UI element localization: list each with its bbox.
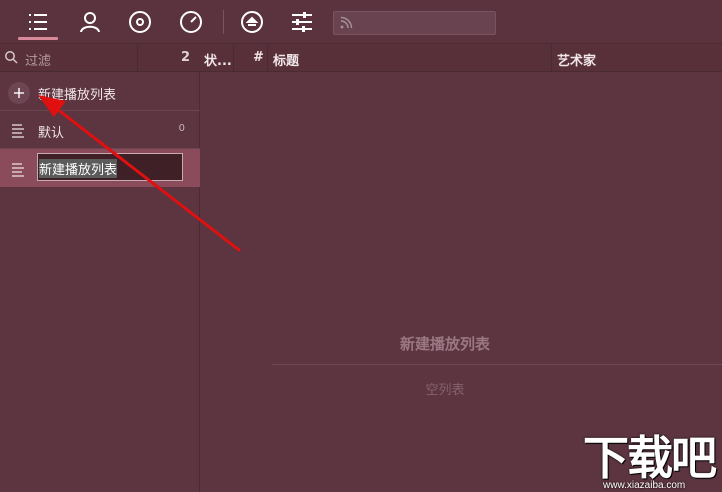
playlist-item-label: 默认 xyxy=(38,126,65,141)
playlist-item-default[interactable]: 默认 0 xyxy=(0,111,200,149)
list-icon xyxy=(12,163,24,177)
eject-icon xyxy=(241,11,263,33)
playlist-panel: 过滤 2 新建播放列表 默认 0 新建播放列表 xyxy=(0,44,200,492)
empty-divider xyxy=(272,364,722,365)
plus-icon xyxy=(8,82,30,104)
watermark: 下载吧 www.xiazaiba.com xyxy=(583,432,722,492)
playlist-item-count: 0 xyxy=(178,123,185,134)
album-icon xyxy=(129,11,151,33)
eject-tab-button[interactable] xyxy=(228,0,276,44)
dial-icon xyxy=(180,11,202,33)
column-number[interactable]: # xyxy=(253,50,264,65)
watermark-url: www.xiazaiba.com xyxy=(603,480,686,491)
artist-icon xyxy=(80,12,100,33)
playlist-count: 2 xyxy=(180,50,190,65)
dial-tab-button[interactable] xyxy=(167,0,215,44)
playlist-icon xyxy=(29,14,47,30)
column-status[interactable]: 状... xyxy=(204,50,232,69)
artist-tab-button[interactable] xyxy=(66,0,114,44)
empty-playlist-subtitle: 空列表 xyxy=(425,383,465,398)
stream-search-box[interactable] xyxy=(333,11,496,35)
new-playlist-label: 新建播放列表 xyxy=(38,88,117,103)
search-icon xyxy=(5,51,18,64)
playlist-item-new[interactable]: 新建播放列表 xyxy=(0,149,200,187)
playlist-tab-button[interactable] xyxy=(14,0,62,44)
column-title[interactable]: 标题 xyxy=(273,50,299,69)
tracklist-header: 状... # 标题 艺术家 xyxy=(200,44,722,72)
filter-placeholder: 过滤 xyxy=(25,54,52,69)
empty-playlist-title: 新建播放列表 xyxy=(399,335,490,353)
watermark-text: 下载吧 xyxy=(583,431,717,485)
equalizer-icon xyxy=(292,12,312,32)
rss-icon xyxy=(340,16,353,29)
toolbar xyxy=(0,0,722,44)
toolbar-separator xyxy=(223,10,224,34)
playlist-rename-input[interactable]: 新建播放列表 xyxy=(37,153,183,181)
album-tab-button[interactable] xyxy=(116,0,164,44)
filter-bar[interactable]: 过滤 2 xyxy=(0,44,200,72)
equalizer-tab-button[interactable] xyxy=(278,0,326,44)
column-artist[interactable]: 艺术家 xyxy=(557,50,596,69)
new-playlist-button[interactable]: 新建播放列表 xyxy=(0,73,200,111)
list-icon xyxy=(12,124,24,138)
